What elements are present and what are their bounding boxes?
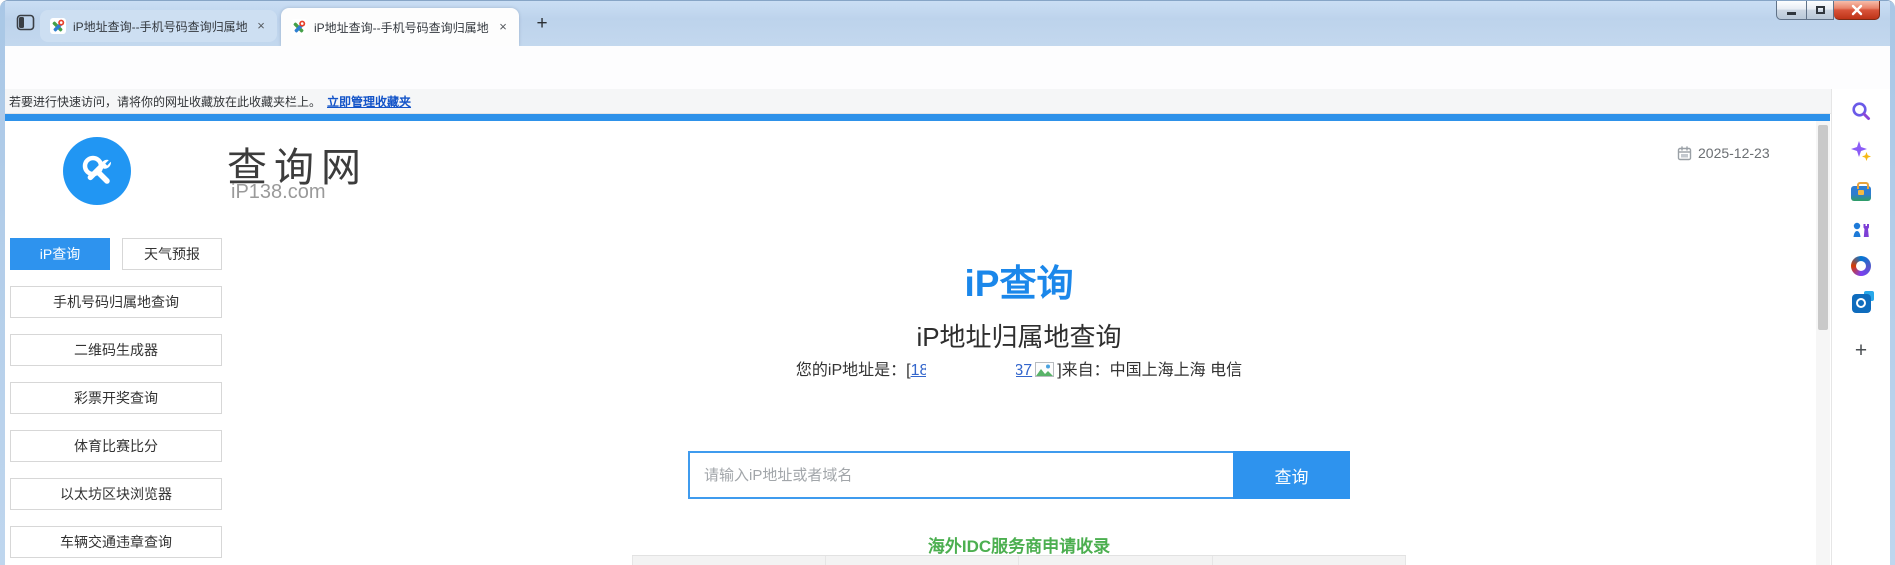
ip-suffix: ]来自：中国上海上海 电信 xyxy=(1057,362,1243,379)
sidebar-item-lottery[interactable]: 彩票开奖查询 xyxy=(10,382,222,414)
idc-col-4: 集群服务器 xyxy=(1212,556,1406,565)
idc-section-title: 海外IDC服务商申请收录 xyxy=(927,537,1111,556)
sidebar-item-qrcode[interactable]: 二维码生成器 xyxy=(10,334,222,366)
your-ip-line: 您的iP地址是：[18 37 ]来自：中国上海上海 电信 xyxy=(222,356,1816,382)
minimize-button[interactable] xyxy=(1776,1,1806,20)
tab-actions-button[interactable] xyxy=(13,13,37,37)
m365-ring-icon xyxy=(1851,256,1871,276)
manage-favorites-link[interactable]: 立即管理收藏夹 xyxy=(327,93,411,110)
title-bar: iP地址查询--手机号码查询归属地 × iP地址查询--手机号码查询归属地 × … xyxy=(0,1,1895,46)
favorites-bar: 若要进行快速访问，请将你的网址收藏放在此收藏夹栏上。 立即管理收藏夹 xyxy=(0,89,1895,114)
ip-end: 37 xyxy=(1014,362,1033,379)
restore-icon xyxy=(1815,6,1825,14)
close-button[interactable] xyxy=(1834,1,1880,20)
tab-title: iP地址查询--手机号码查询归属地 xyxy=(73,19,247,34)
sidebar-item-ethereum-explorer[interactable]: 以太坊区块浏览器 xyxy=(10,478,222,510)
sidebar-copilot-icon[interactable] xyxy=(1849,139,1873,163)
outlook-icon xyxy=(1851,290,1874,313)
site-favicon-icon xyxy=(291,19,307,35)
ip-censor-blur xyxy=(926,361,1017,380)
idc-table-header-row: IDC公司 高防 大带宽 集群服务器 xyxy=(632,555,1406,565)
main-content: iP查询 iP地址归属地查询 您的iP地址是：[18 37 ]来自：中国上海上海 电… xyxy=(222,121,1816,565)
sidebar-search-icon[interactable] xyxy=(1849,99,1873,123)
page-title: iP查询 xyxy=(964,263,1074,304)
ip-search-input[interactable] xyxy=(688,451,1233,499)
tab-close-icon[interactable]: × xyxy=(253,18,269,34)
search-button[interactable]: 查询 xyxy=(1233,451,1350,499)
sidebar-item-phone-lookup[interactable]: 手机号码归属地查询 xyxy=(10,286,222,318)
tab-close-icon[interactable]: × xyxy=(495,19,511,35)
close-icon xyxy=(1851,4,1862,16)
browser-toolbar: https://www.ip138.com A xyxy=(0,46,1895,130)
edge-sidebar: + xyxy=(1831,89,1890,565)
window-border-right xyxy=(1890,1,1895,565)
tab-layout-icon xyxy=(16,13,35,37)
ip-address-link[interactable]: 18 37 xyxy=(911,361,1033,380)
ip-search-form: 查询 xyxy=(222,451,1816,499)
sidebar-m365-icon[interactable] xyxy=(1849,254,1873,278)
window-controls xyxy=(1776,1,1880,20)
page-subtitle: iP地址归属地查询 xyxy=(916,322,1122,352)
browser-window: iP地址查询--手机号码查询归属地 × iP地址查询--手机号码查询归属地 × … xyxy=(0,0,1895,565)
site-logo[interactable] xyxy=(63,137,131,205)
site-top-accent-bar xyxy=(5,114,1830,121)
minimize-icon xyxy=(1787,11,1796,15)
sidebar-item-sports-scores[interactable]: 体育比赛比分 xyxy=(10,430,222,462)
sidebar-outlook-icon[interactable] xyxy=(1849,290,1874,315)
sidebar-games-icon[interactable] xyxy=(1849,217,1873,241)
tab-1[interactable]: iP地址查询--手机号码查询归属地 × xyxy=(40,10,277,42)
favorites-bar-message: 若要进行快速访问，请将你的网址收藏放在此收藏夹栏上。 xyxy=(9,94,322,109)
toolbox-icon xyxy=(1851,181,1871,201)
window-border-left xyxy=(0,1,5,565)
broken-image-icon xyxy=(1035,362,1055,382)
tab-2-active[interactable]: iP地址查询--手机号码查询归属地 × xyxy=(281,8,519,46)
sidebar-item-traffic-violation[interactable]: 车辆交通违章查询 xyxy=(10,526,222,558)
sidebar-add-button[interactable]: + xyxy=(1849,339,1873,363)
webpage: 查询网 iP138.com 2025-12-23 iP查询 天气预报 手机号码归… xyxy=(5,121,1830,565)
sidebar-item-weather[interactable]: 天气预报 xyxy=(122,238,222,270)
scrollbar-thumb[interactable] xyxy=(1818,125,1828,330)
magnifier-wrench-icon xyxy=(82,155,111,184)
page-scrollbar[interactable] xyxy=(1816,121,1830,565)
site-favicon-icon xyxy=(50,18,66,34)
new-tab-button[interactable]: + xyxy=(530,13,554,37)
idc-col-3: 大带宽 xyxy=(1019,556,1213,565)
tab-title: iP地址查询--手机号码查询归属地 xyxy=(314,20,489,35)
idc-col-2: 高防 xyxy=(825,556,1019,565)
idc-col-company: IDC公司 xyxy=(632,556,826,565)
sidebar-tools-icon[interactable] xyxy=(1849,179,1873,203)
sidebar-item-ip-query[interactable]: iP查询 xyxy=(10,238,110,270)
restore-button[interactable] xyxy=(1806,1,1834,20)
ip-prefix: 您的iP地址是：[ xyxy=(795,362,911,379)
